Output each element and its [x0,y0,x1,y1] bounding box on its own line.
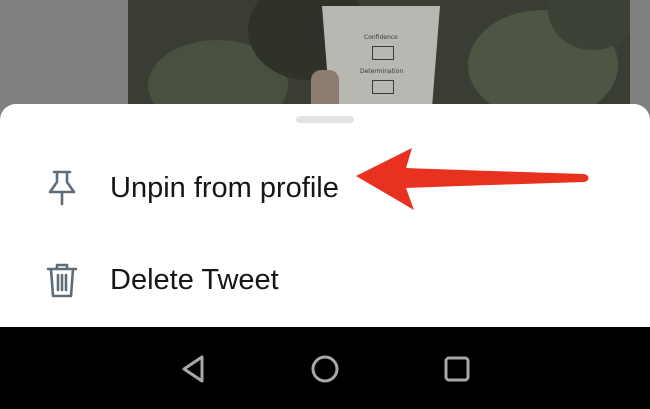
cup-checkbox [372,80,394,94]
red-arrow-annotation [356,148,589,210]
menu-item-label: Unpin from profile [110,172,339,204]
recents-square-icon [444,356,470,382]
pin-icon [42,168,82,208]
home-circle-icon [311,355,339,383]
bottom-sheet: Unpin from profile Delete Tweet [0,104,650,334]
android-nav-bar [0,327,650,409]
menu-item-label: Delete Tweet [110,264,279,296]
cup-label-confidence: Confidence [364,34,398,41]
trash-icon [42,260,82,300]
cup-label-determination: Determination [360,68,404,75]
sheet-drag-handle[interactable] [296,116,354,123]
back-button[interactable] [176,351,212,387]
home-button[interactable] [307,351,343,387]
recents-button[interactable] [439,351,475,387]
cup-checkbox [372,46,394,60]
delete-tweet-menu-item[interactable]: Delete Tweet [0,244,650,316]
back-triangle-icon [182,355,204,383]
